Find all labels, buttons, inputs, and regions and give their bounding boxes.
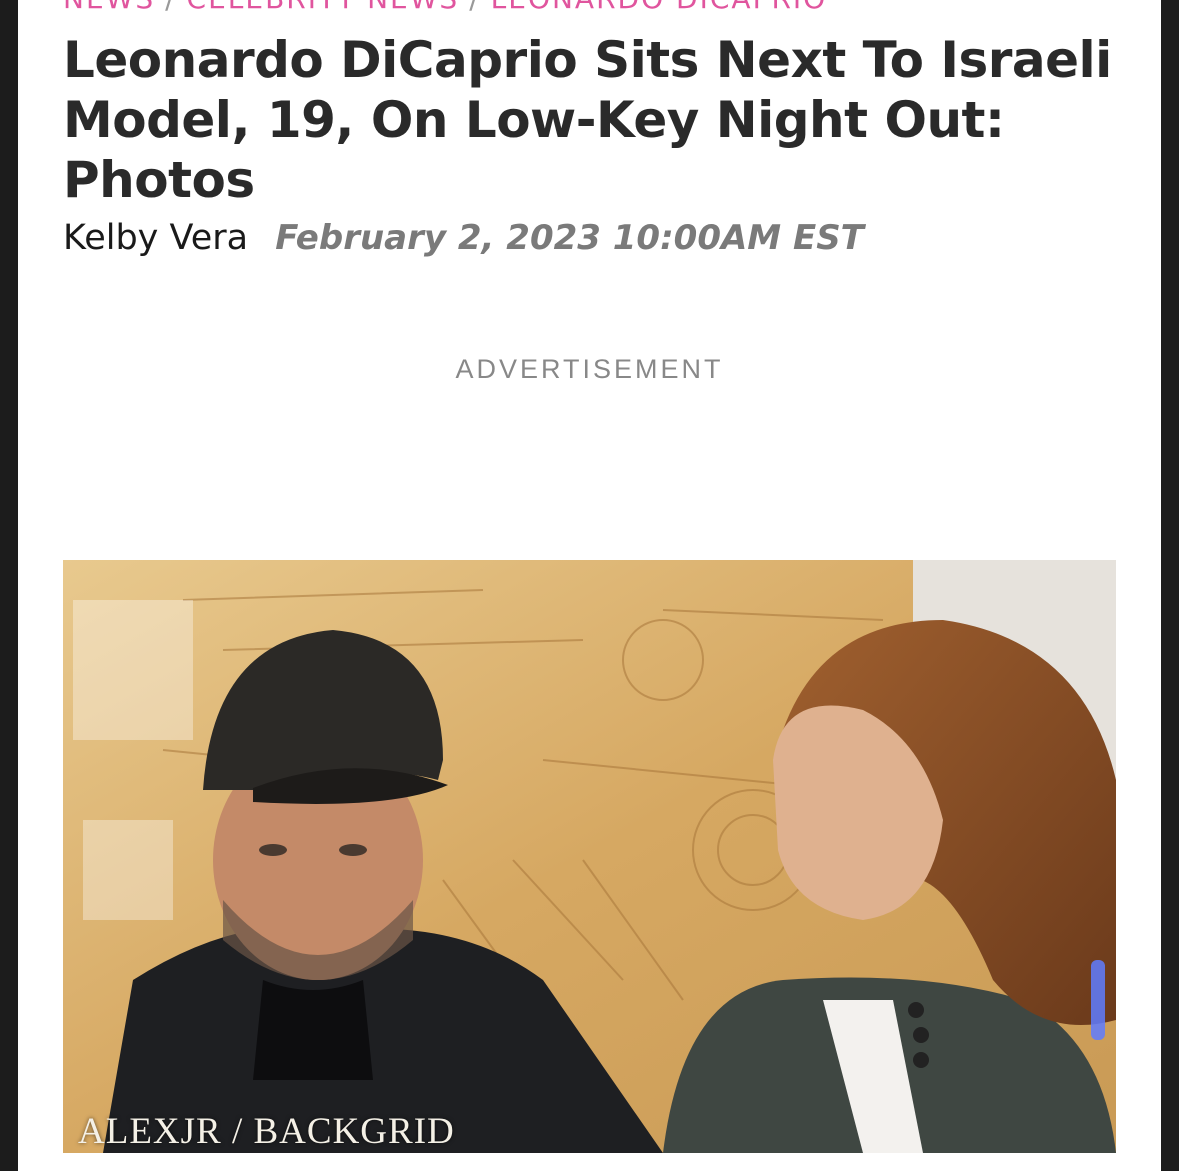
article-page: NEWS / CELEBRITY NEWS / LEONARDO DICAPRIO Le… <box>18 0 1161 1171</box>
photo-illustration <box>63 560 1116 1153</box>
breadcrumb: NEWS / CELEBRITY NEWS / LEONARDO DICAPRIO <box>63 0 827 15</box>
author-link[interactable]: Kelby Vera <box>63 218 248 258</box>
article-headline: Leonardo DiCaprio Sits Next To Israeli M… <box>63 31 1112 209</box>
publish-date: February 2, 2023 10:00AM EST <box>275 218 864 258</box>
breadcrumb-link-news[interactable]: NEWS <box>63 0 155 15</box>
byline: Kelby Vera February 2, 2023 10:00AM EST <box>63 218 864 258</box>
breadcrumb-separator: / <box>165 0 176 15</box>
article-photo[interactable]: ALEXJR / BACKGRID <box>63 560 1116 1153</box>
breadcrumb-link-celebrity-news[interactable]: CELEBRITY NEWS <box>187 0 460 15</box>
photo-credit: ALEXJR / BACKGRID <box>78 1111 455 1152</box>
breadcrumb-separator: / <box>469 0 480 15</box>
breadcrumb-link-leonardo-dicaprio[interactable]: LEONARDO DICAPRIO <box>491 0 828 15</box>
advertisement-label: ADVERTISEMENT <box>455 354 724 384</box>
